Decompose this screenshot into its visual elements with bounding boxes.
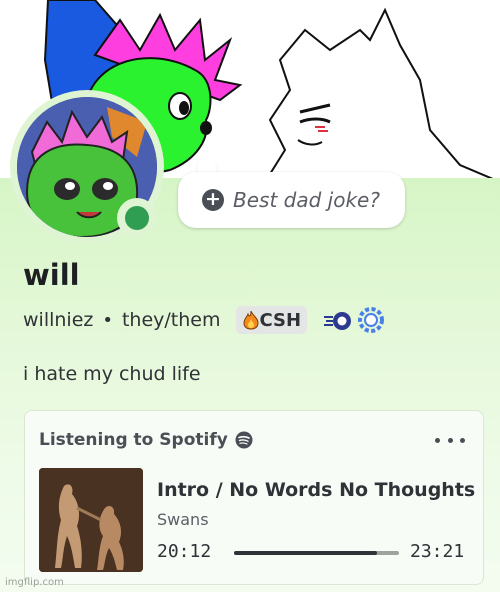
pronouns: they/them [121,309,221,331]
separator: • [102,309,113,331]
track-artist[interactable]: Swans [157,510,209,529]
time-total: 23:21 [410,541,465,562]
album-cover-icon [39,468,143,572]
time-elapsed: 20:12 [157,541,212,562]
clan-tag-text: CSH [259,309,302,331]
more-dot [435,437,440,443]
watermark: imgflip.com [5,577,64,588]
badges [323,306,385,334]
avatar-frame[interactable] [10,90,164,244]
activity-card: Listening to Spotify Intro / No Words No… [24,410,484,585]
display-name: will [23,258,80,292]
custom-status-bubble[interactable]: + Best dad joke? [178,172,405,228]
custom-status-placeholder: Best dad joke? [233,188,380,212]
progress-bar [234,551,399,555]
album-art[interactable] [39,468,143,572]
plus-icon: + [202,189,224,211]
clan-tag[interactable]: CSH [235,306,308,334]
speed-badge-icon[interactable] [323,309,353,331]
online-status-icon [125,206,149,230]
user-tag-row: willniez • they/them CSH [23,306,385,334]
gear-badge-icon[interactable] [357,306,385,334]
activity-title: Listening to Spotify [39,430,228,450]
status-indicator [117,198,157,238]
more-icon[interactable] [435,431,465,449]
more-dot [447,437,453,443]
progress-fill [234,551,377,555]
track-title[interactable]: Intro / No Words No Thoughts [157,479,475,501]
flame-icon [243,310,259,330]
bio: i hate my chud life [23,363,201,385]
more-dot [460,437,465,443]
activity-header: Listening to Spotify [39,430,253,450]
username[interactable]: willniez [23,309,93,331]
spotify-icon [235,431,253,449]
